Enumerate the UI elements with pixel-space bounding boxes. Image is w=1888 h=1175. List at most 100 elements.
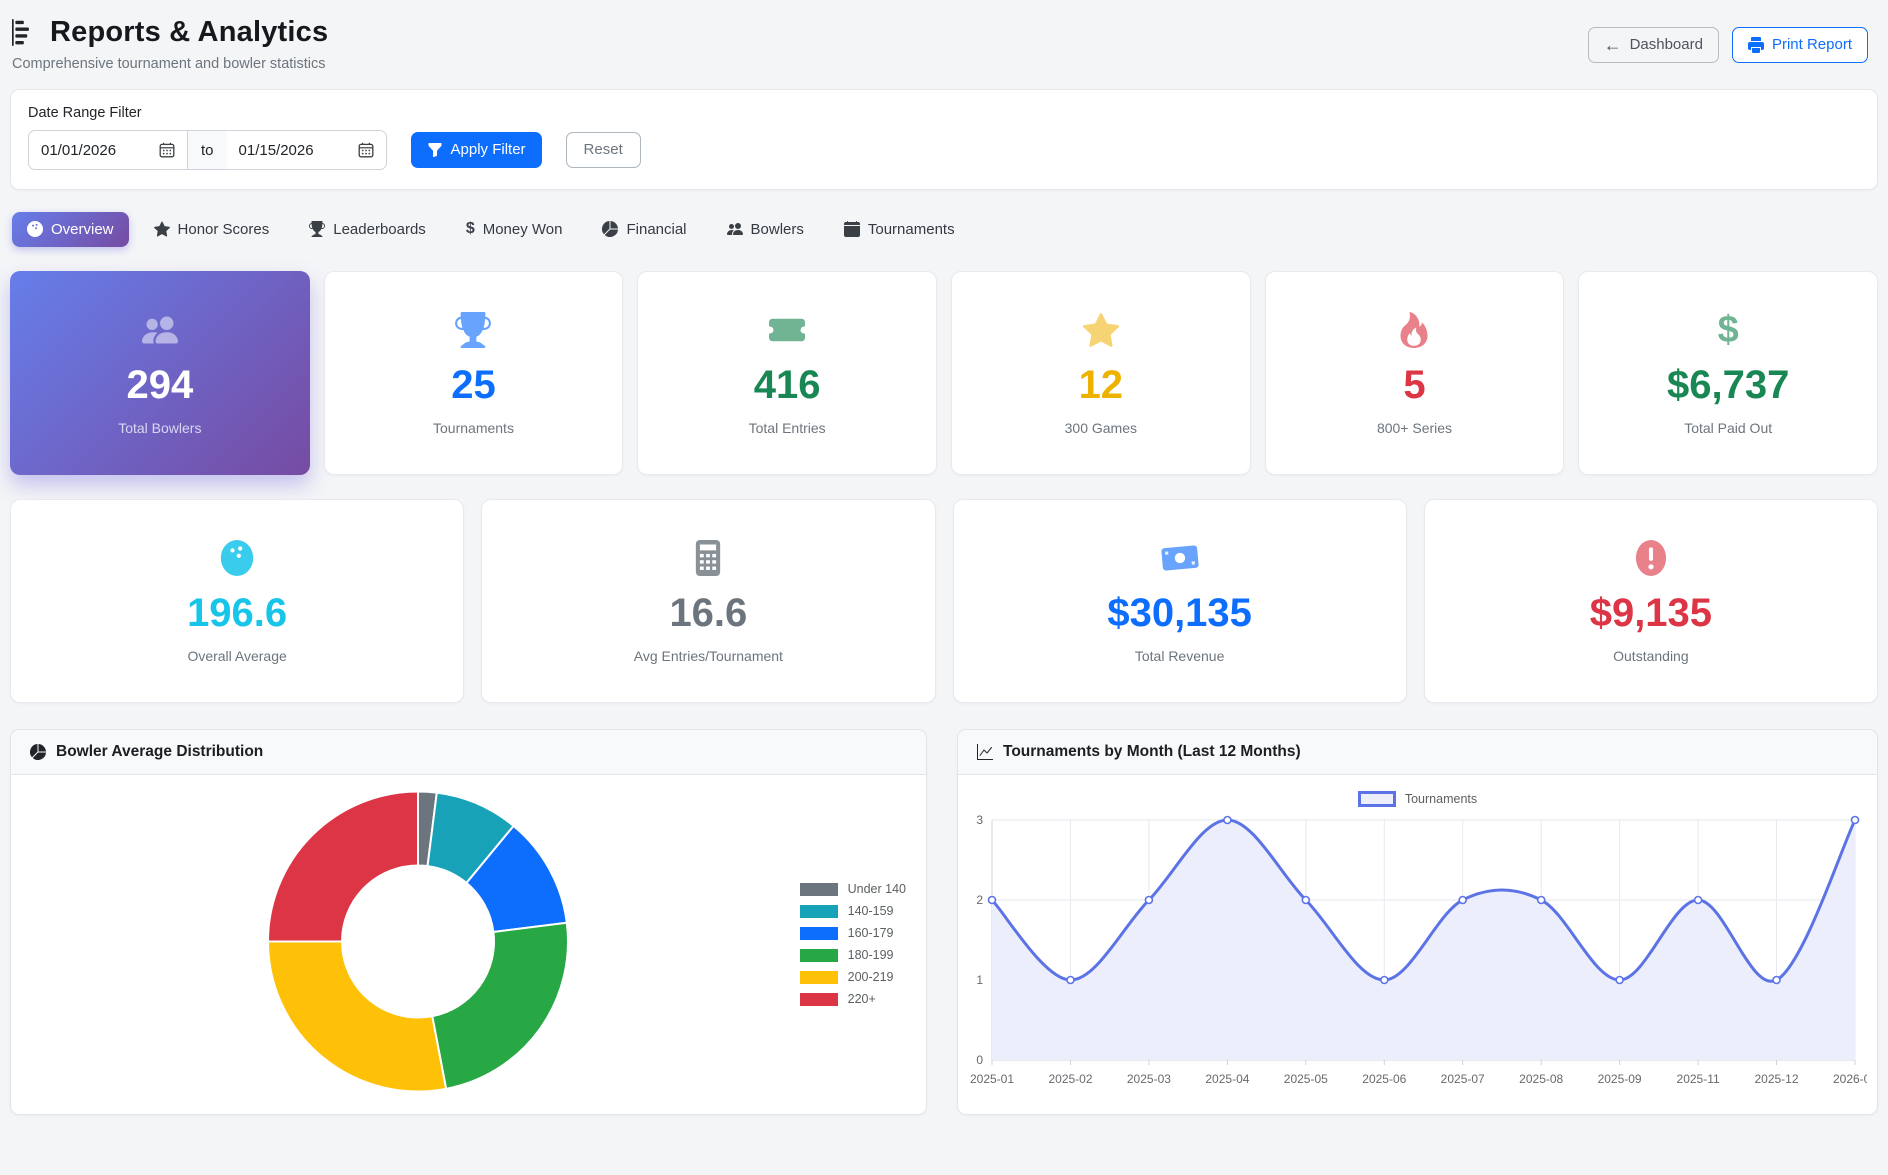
people-icon	[727, 221, 743, 237]
data-point[interactable]	[1616, 977, 1623, 984]
stat-value: 5	[1403, 365, 1425, 405]
stat-card-overall-average: 196.6 Overall Average	[10, 499, 464, 703]
tab-leaderboards[interactable]: Leaderboards	[294, 212, 441, 247]
exclamation-circle-icon	[1633, 538, 1669, 578]
legend-item[interactable]: 140-159	[800, 904, 906, 918]
title-block: Reports & Analytics Comprehensive tourna…	[12, 16, 328, 72]
data-point[interactable]	[1302, 897, 1309, 904]
calculator-icon	[690, 538, 726, 578]
legend-item[interactable]: 180-199	[800, 948, 906, 962]
data-point[interactable]	[1381, 977, 1388, 984]
stat-card-total-entries: 416 Total Entries	[637, 271, 937, 475]
x-axis-tick-label: 2025-01	[970, 1072, 1014, 1086]
donut-chart-header: Bowler Average Distribution	[11, 730, 926, 775]
legend-item[interactable]: 200-219	[800, 970, 906, 984]
stat-value: 12	[1079, 365, 1124, 405]
people-icon	[142, 310, 178, 350]
reports-analytics-page: Reports & Analytics Comprehensive tourna…	[0, 0, 1888, 1115]
stat-card-total-bowlers: 294 Total Bowlers	[10, 271, 310, 475]
pie-chart-icon	[30, 744, 46, 760]
legend-item[interactable]: 220+	[800, 992, 906, 1006]
data-point[interactable]	[1538, 897, 1545, 904]
data-point[interactable]	[1145, 897, 1152, 904]
start-date-field[interactable]	[28, 130, 188, 170]
legend-swatch	[800, 971, 838, 984]
page-title-text: Reports & Analytics	[50, 16, 328, 49]
date-range-to-label: to	[188, 130, 227, 170]
calendar-icon[interactable]	[159, 142, 175, 158]
stat-label: Avg Entries/Tournament	[634, 648, 783, 664]
line-chart-title: Tournaments by Month (Last 12 Months)	[1003, 743, 1301, 761]
calendar-icon[interactable]	[358, 142, 374, 158]
line-legend-swatch	[1358, 791, 1396, 807]
bowler-average-distribution-card: Bowler Average Distribution Under 140 140…	[10, 729, 927, 1115]
stat-card-total-revenue: $30,135 Total Revenue	[953, 499, 1407, 703]
y-axis-tick-label: 1	[976, 973, 983, 987]
data-point[interactable]	[1459, 897, 1466, 904]
x-axis-tick-label: 2025-02	[1048, 1072, 1092, 1086]
tab-tournaments[interactable]: Tournaments	[829, 212, 970, 247]
data-point[interactable]	[1067, 977, 1074, 984]
filter-row: to Apply Filter Reset	[28, 130, 1860, 170]
stat-value: $30,135	[1107, 593, 1252, 633]
legend-swatch	[800, 949, 838, 962]
data-point[interactable]	[1773, 977, 1780, 984]
stat-label: 300 Games	[1065, 420, 1137, 436]
bar-chart-icon	[12, 19, 39, 46]
apply-filter-button[interactable]: Apply Filter	[411, 132, 542, 168]
x-axis-tick-label: 2025-04	[1205, 1072, 1249, 1086]
data-point[interactable]	[1695, 897, 1702, 904]
page-subtitle: Comprehensive tournament and bowler stat…	[12, 56, 328, 72]
data-point[interactable]	[1852, 817, 1859, 824]
stats-row-1: 294 Total Bowlers 25 Tournaments 416 Tot…	[10, 271, 1878, 475]
y-axis-tick-label: 0	[976, 1053, 983, 1067]
legend-item[interactable]: Under 140	[800, 882, 906, 896]
start-date-input[interactable]	[41, 142, 141, 159]
dashboard-button[interactable]: ← Dashboard	[1588, 27, 1719, 63]
dollar-icon: $	[1718, 310, 1739, 350]
stat-card-tournaments: 25 Tournaments	[324, 271, 624, 475]
donut-chart-title: Bowler Average Distribution	[56, 743, 263, 761]
print-report-button[interactable]: Print Report	[1732, 27, 1868, 63]
page-title: Reports & Analytics	[12, 16, 328, 49]
legend-label: 220+	[848, 992, 876, 1006]
legend-item[interactable]: 160-179	[800, 926, 906, 940]
data-point[interactable]	[989, 897, 996, 904]
stat-value: $9,135	[1590, 593, 1712, 633]
trophy-icon	[309, 221, 325, 237]
stats-row-2: 196.6 Overall Average 16.6 Avg Entries/T…	[10, 499, 1878, 703]
legend-label: 200-219	[848, 970, 894, 984]
donut-chart-svg	[264, 788, 572, 1096]
pie-chart-icon	[602, 221, 618, 237]
stat-value: 416	[754, 365, 821, 405]
x-axis-tick-label: 2025-07	[1441, 1072, 1485, 1086]
data-point[interactable]	[1224, 817, 1231, 824]
stat-label: Total Revenue	[1135, 648, 1225, 664]
tab-money-won[interactable]: $ Money Won	[451, 211, 578, 247]
stat-label: Total Paid Out	[1684, 420, 1772, 436]
reset-button[interactable]: Reset	[566, 132, 641, 168]
bowling-ball-icon	[219, 538, 255, 578]
stat-card-outstanding: $9,135 Outstanding	[1424, 499, 1878, 703]
legend-swatch	[800, 883, 838, 896]
tab-financial[interactable]: Financial	[587, 212, 701, 247]
end-date-field[interactable]	[227, 130, 387, 170]
tab-honor-scores[interactable]: Honor Scores	[139, 212, 285, 247]
tab-bowlers[interactable]: Bowlers	[712, 212, 819, 247]
donut-segment[interactable]	[268, 942, 446, 1092]
tournaments-by-month-card: Tournaments by Month (Last 12 Months) To…	[957, 729, 1878, 1115]
line-chart-icon	[977, 744, 993, 760]
tab-overview[interactable]: Overview	[12, 212, 129, 247]
date-range-filter-card: Date Range Filter to Apply Filter Reset	[10, 89, 1878, 190]
x-axis-tick-label: 2026-01	[1833, 1072, 1867, 1086]
dollar-icon: $	[466, 220, 475, 238]
end-date-input[interactable]	[239, 142, 339, 159]
line-chart-legend[interactable]: Tournaments	[958, 775, 1877, 808]
x-axis-tick-label: 2025-05	[1284, 1072, 1328, 1086]
legend-label: 180-199	[848, 948, 894, 962]
donut-chart-body: Under 140 140-159 160-179 180-199 200-219 220…	[11, 775, 926, 1113]
calendar-icon	[844, 221, 860, 237]
donut-segment[interactable]	[268, 792, 418, 942]
donut-segment[interactable]	[432, 923, 568, 1089]
stat-label: Tournaments	[433, 420, 514, 436]
